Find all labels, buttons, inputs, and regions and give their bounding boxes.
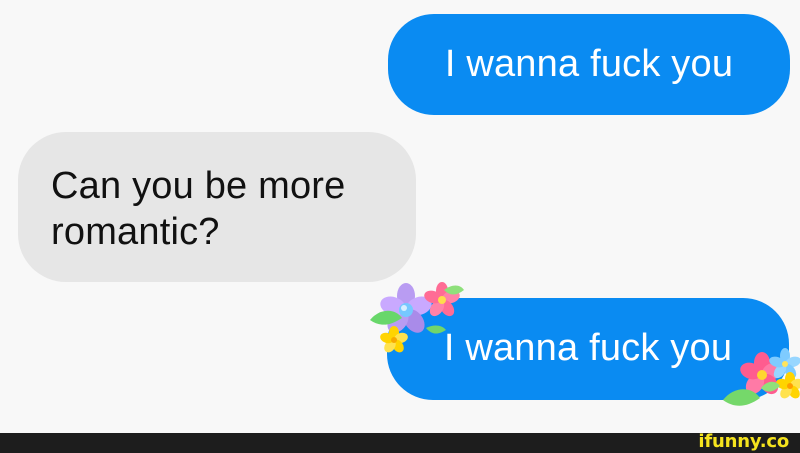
message-text: I wanna fuck you bbox=[444, 43, 734, 85]
ifunny-watermark: ifunny.co bbox=[698, 431, 789, 452]
leaf-icon bbox=[444, 285, 464, 295]
message-bubble-received: Can you be more romantic? bbox=[18, 132, 416, 282]
message-bubble-sent-decorated: I wanna fuck you bbox=[387, 298, 789, 400]
message-text: I wanna fuck you bbox=[443, 327, 733, 369]
message-text: Can you be more romantic? bbox=[51, 165, 346, 253]
chat-thread: I wanna fuck you Can you be more romanti… bbox=[0, 0, 800, 420]
meme-screenshot: I wanna fuck you Can you be more romanti… bbox=[0, 0, 800, 453]
watermark-bar: ifunny.co bbox=[0, 433, 800, 453]
message-bubble-sent: I wanna fuck you bbox=[388, 14, 790, 115]
